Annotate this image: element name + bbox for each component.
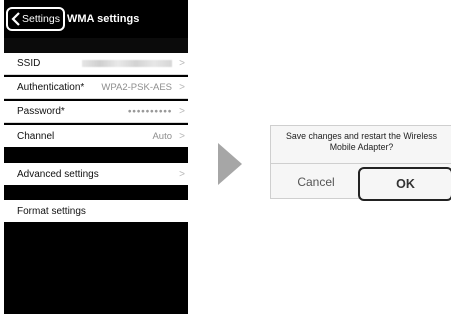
back-button-label: Settings xyxy=(22,13,60,25)
format-settings-label: Format settings xyxy=(17,205,86,217)
settings-row-authentication[interactable]: Authentication* WPA2-PSK-AES > xyxy=(4,77,188,99)
settings-row-ssid[interactable]: SSID > xyxy=(4,53,188,75)
dialog-message-line1: Save changes and restart the Wireless xyxy=(285,131,438,141)
back-button[interactable]: Settings xyxy=(6,7,65,31)
dialog-message-line2: Mobile Adapter? xyxy=(329,142,394,152)
channel-label: Channel xyxy=(17,130,55,142)
chevron-left-icon xyxy=(11,12,20,26)
settings-row-password[interactable]: Password* ●●●●●●●●●● > xyxy=(4,101,188,123)
ssid-redacted xyxy=(82,59,172,67)
ok-button[interactable]: OK xyxy=(358,167,451,201)
section-spacer xyxy=(4,38,188,54)
password-value: ●●●●●●●●●● xyxy=(127,108,172,115)
page-title: WMA settings xyxy=(67,13,140,25)
chevron-right-icon: > xyxy=(179,106,185,117)
navigation-bar: Settings WMA settings xyxy=(4,0,188,38)
arrow-right-icon xyxy=(218,143,242,185)
channel-value: Auto xyxy=(152,130,172,142)
ssid-value xyxy=(40,58,176,69)
chevron-right-icon: > xyxy=(179,130,185,142)
authentication-label: Authentication* xyxy=(17,82,85,93)
chevron-right-icon: > xyxy=(179,58,185,69)
dialog-message: Save changes and restart the Wireless Mo… xyxy=(271,131,451,153)
settings-row-format[interactable]: Format settings xyxy=(4,200,188,222)
authentication-value: WPA2-PSK-AES xyxy=(101,82,172,93)
confirm-dialog: Save changes and restart the Wireless Mo… xyxy=(270,125,451,201)
settings-row-channel[interactable]: Channel Auto > xyxy=(4,125,188,147)
ssid-label: SSID xyxy=(17,58,41,69)
password-label: Password* xyxy=(17,106,65,117)
chevron-right-icon: > xyxy=(179,168,185,180)
phone-screen: Settings WMA settings SSID > Authenticat… xyxy=(4,0,188,314)
settings-row-advanced[interactable]: Advanced settings > xyxy=(4,163,188,185)
chevron-right-icon: > xyxy=(179,82,185,93)
advanced-settings-label: Advanced settings xyxy=(17,168,99,180)
cancel-button[interactable]: Cancel xyxy=(271,164,361,199)
